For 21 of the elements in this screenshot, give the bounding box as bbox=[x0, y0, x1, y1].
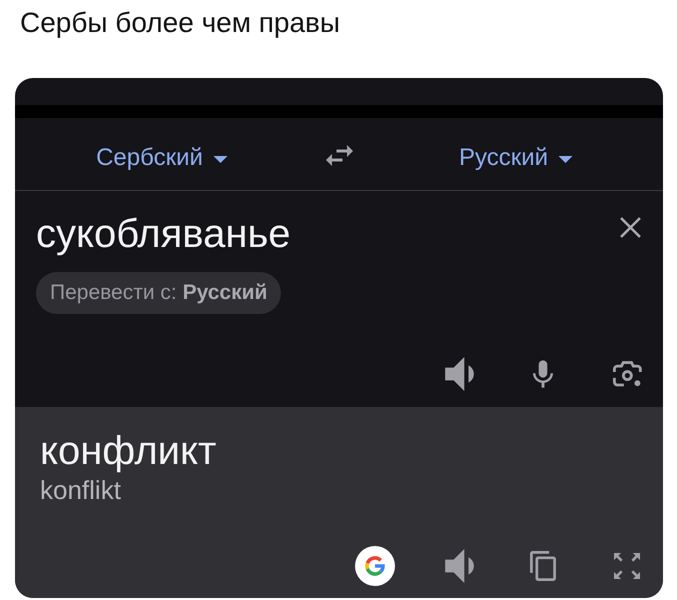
g-logo-icon bbox=[355, 546, 395, 586]
post-caption: Сербы более чем правы bbox=[20, 6, 340, 40]
microphone-icon bbox=[533, 360, 553, 388]
source-language-button[interactable]: Сербский bbox=[96, 140, 228, 176]
translation-text: конфликт bbox=[40, 428, 216, 475]
caret-icon bbox=[558, 156, 574, 163]
search-web-button[interactable] bbox=[355, 546, 395, 586]
target-language-button[interactable]: Русский bbox=[458, 140, 574, 176]
caret-icon bbox=[212, 156, 228, 163]
expand-arrows-icon bbox=[614, 553, 640, 579]
source-text-field[interactable]: сукобляванье bbox=[36, 211, 291, 257]
swap-languages-button[interactable] bbox=[326, 144, 352, 166]
clear-text-button[interactable] bbox=[620, 217, 641, 238]
close-icon bbox=[620, 217, 641, 238]
speaker-icon bbox=[444, 357, 474, 391]
detected-language-chip[interactable]: Перевести с: Русский bbox=[36, 272, 282, 314]
camera-icon bbox=[612, 360, 642, 388]
speaker-icon bbox=[444, 549, 474, 583]
transliteration-text: konflikt bbox=[40, 475, 121, 505]
swap-arrows-icon bbox=[326, 144, 352, 166]
copy-icon bbox=[530, 551, 556, 581]
